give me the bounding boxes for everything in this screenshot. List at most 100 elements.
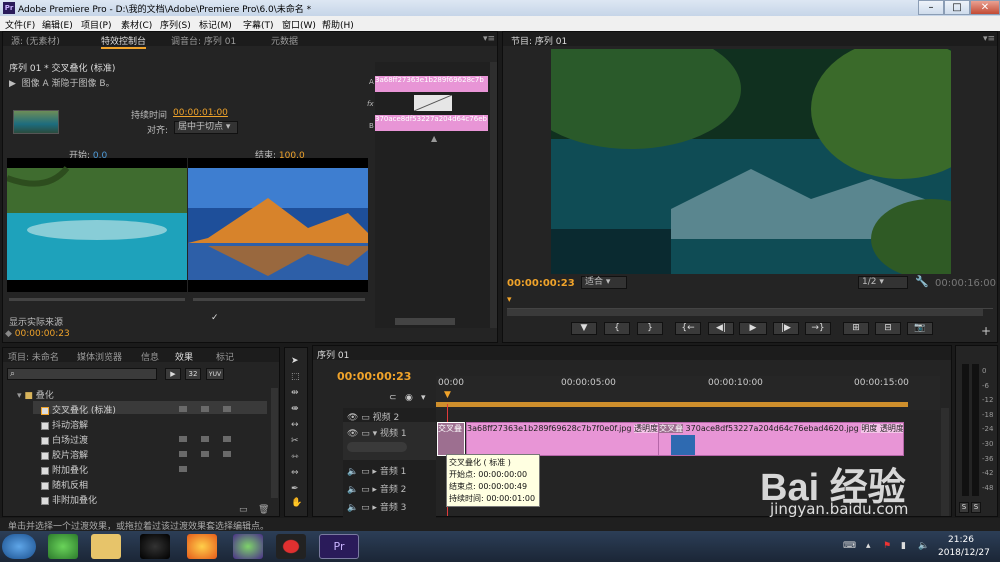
export-frame-button[interactable]: 📷 <box>907 322 933 335</box>
add-button-icon[interactable]: + <box>981 324 991 338</box>
track-video1-header[interactable]: 👁 ▭ ▾ 视频 1 <box>343 422 436 460</box>
extract-button[interactable]: ⊟ <box>875 322 901 335</box>
taskbar-app-360-icon[interactable] <box>48 534 78 559</box>
effects-search-input[interactable]: ⌕ <box>7 368 157 380</box>
clip-2-transition[interactable]: 交叉叠 <box>659 424 683 433</box>
mark-out-button[interactable]: } <box>637 322 663 335</box>
play-button[interactable]: ▶ <box>739 322 767 335</box>
hand-tool-icon[interactable]: ✋ <box>291 498 302 508</box>
razor-tool-icon[interactable]: ✂ <box>291 436 299 446</box>
minimize-button[interactable]: – <box>918 0 944 15</box>
tray-arrow-icon[interactable]: ▴ <box>866 541 871 551</box>
clip-1[interactable]: 3a68ff27363e1b289f69628c7b7f0e0f.jpg 透明度… <box>466 422 668 456</box>
step-back-button[interactable]: ◀| <box>708 322 734 335</box>
yuv-button[interactable]: YUV <box>206 368 224 380</box>
tray-date[interactable]: 2018/12/27 <box>938 548 990 558</box>
go-to-out-button[interactable]: →} <box>805 322 831 335</box>
mini-transition[interactable] <box>413 94 453 112</box>
timeline-timecode[interactable]: 00:00:00:23 <box>337 370 411 383</box>
tab-media-browser[interactable]: 媒体浏览器 <box>77 350 122 363</box>
taskbar-recorder-icon[interactable] <box>276 534 306 559</box>
duration-value[interactable]: 00:00:01:00 <box>173 108 228 118</box>
slider-a[interactable] <box>9 298 185 301</box>
mini-clip-a[interactable]: 3a68ff27363e1b289f69628c7b <box>375 76 488 92</box>
effect-item-film-dissolve[interactable]: 胶片溶解 <box>41 448 88 461</box>
tab-metadata[interactable]: 元数据 <box>271 34 298 47</box>
add-marker-timeline-icon[interactable]: ▾ <box>421 393 426 403</box>
go-to-in-button[interactable]: {← <box>675 322 701 335</box>
transition-clip[interactable]: 交叉叠 <box>437 422 465 456</box>
slip-tool-icon[interactable]: ⇿ <box>291 452 299 462</box>
tab-markers[interactable]: 标记 <box>216 350 234 363</box>
32-bit-button[interactable]: 32 <box>185 368 201 380</box>
program-ruler[interactable]: ▾ <box>507 295 993 309</box>
menu-window[interactable]: 窗口(W) <box>282 18 316 31</box>
tab-program[interactable]: 节目: 序列 01 <box>511 34 567 47</box>
tab-info[interactable]: 信息 <box>141 350 159 363</box>
tab-effect-controls[interactable]: 特效控制台 <box>101 34 147 49</box>
menu-clip[interactable]: 素材(C) <box>121 18 152 31</box>
mini-clip-b[interactable]: 370ace8df53227a204d64c76eb <box>375 115 488 131</box>
slide-tool-icon[interactable]: ⇔ <box>291 468 299 478</box>
timeline-scrollbar[interactable] <box>941 408 949 516</box>
effect-item-dip-white[interactable]: 白场过渡 <box>41 433 88 446</box>
new-bin-icon[interactable]: ▭ <box>239 505 248 515</box>
effects-scrollbar[interactable] <box>271 388 278 498</box>
effect-item-random-invert[interactable]: 随机反相 <box>41 478 88 491</box>
add-marker-button[interactable]: ▼ <box>571 322 597 335</box>
tray-volume-icon[interactable]: 🔈 <box>918 541 929 551</box>
program-zoom-bar[interactable] <box>507 309 983 316</box>
align-dropdown[interactable]: 居中于切点 ▾ <box>174 121 238 134</box>
folder-dissolve[interactable]: ▾ ■ 叠化 <box>17 388 54 401</box>
taskbar-folder-icon[interactable] <box>91 534 121 559</box>
tab-effects[interactable]: 效果 <box>175 350 193 363</box>
tray-network-icon[interactable]: ▮ <box>901 541 906 551</box>
menu-title[interactable]: 字幕(T) <box>243 18 274 31</box>
taskbar-premiere-icon[interactable]: Pr <box>319 534 359 559</box>
clip-2-fx[interactable]: 明度 透明度▾ <box>861 424 903 433</box>
taskbar-qq-icon[interactable] <box>140 534 170 559</box>
keyframe-toggle[interactable] <box>347 442 407 452</box>
taskbar-firefox-icon[interactable] <box>187 534 217 559</box>
menu-project[interactable]: 项目(P) <box>81 18 111 31</box>
wrench-icon[interactable]: 🔧 <box>915 275 929 288</box>
clip-2[interactable]: 交叉叠 370ace8df53227a204d64c76ebad4620.jpg… <box>658 422 904 456</box>
show-source-checkbox[interactable]: ✓ <box>211 313 219 323</box>
rate-stretch-tool-icon[interactable]: ↔ <box>291 420 299 430</box>
slider-b[interactable] <box>193 298 365 301</box>
program-panel-menu-icon[interactable]: ▾≡ <box>983 34 995 44</box>
taskbar-media-icon[interactable] <box>233 534 263 559</box>
menu-edit[interactable]: 编辑(E) <box>42 18 73 31</box>
program-timecode[interactable]: 00:00:00:23 <box>507 278 575 289</box>
rolling-edit-tool-icon[interactable]: ⇼ <box>291 404 299 414</box>
menu-marker[interactable]: 标记(M) <box>199 18 232 31</box>
pen-tool-icon[interactable]: ✒ <box>291 484 299 494</box>
step-forward-button[interactable]: |▶ <box>773 322 799 335</box>
work-area-bar[interactable] <box>436 402 908 407</box>
track-select-tool-icon[interactable]: ⬚ <box>291 372 300 382</box>
program-playhead-icon[interactable]: ▾ <box>507 295 512 305</box>
solo-left-button[interactable]: S <box>959 502 969 513</box>
tab-audio-mixer[interactable]: 调音台: 序列 01 <box>171 34 236 47</box>
menu-sequence[interactable]: 序列(S) <box>160 18 191 31</box>
mini-scrollbar[interactable] <box>395 318 455 325</box>
timeline-ruler[interactable]: 00:00 00:00:05:00 00:00:10:00 00:00:15:0… <box>436 376 940 410</box>
delete-icon[interactable]: 🗑 <box>258 505 269 515</box>
start-button[interactable] <box>2 534 36 559</box>
effect-item-non-additive[interactable]: 非附加叠化 <box>41 493 97 506</box>
timeline-playhead-icon[interactable]: ▼ <box>444 390 451 400</box>
menu-file[interactable]: 文件(F) <box>5 18 35 31</box>
lift-button[interactable]: ⊞ <box>843 322 869 335</box>
effect-item-additive[interactable]: 附加叠化 <box>41 463 88 476</box>
snap-icon[interactable]: ⊂ <box>389 393 397 403</box>
effect-vertical-scrollbar[interactable] <box>490 62 497 328</box>
track-audio2-header[interactable]: 🔈 ▭ ▸ 音频 2 <box>347 482 406 495</box>
linked-selection-icon[interactable]: ◉ <box>405 393 413 403</box>
effect-item-dither[interactable]: 抖动溶解 <box>41 418 88 431</box>
panel-menu-icon[interactable]: ▾≡ <box>483 34 495 44</box>
tab-project[interactable]: 项目: 未命名 <box>8 350 59 363</box>
menu-help[interactable]: 帮助(H) <box>322 18 354 31</box>
accelerated-effects-button[interactable]: ▶ <box>165 368 181 380</box>
solo-right-button[interactable]: S <box>971 502 981 513</box>
tray-keyboard-icon[interactable]: ⌨ <box>843 541 856 551</box>
